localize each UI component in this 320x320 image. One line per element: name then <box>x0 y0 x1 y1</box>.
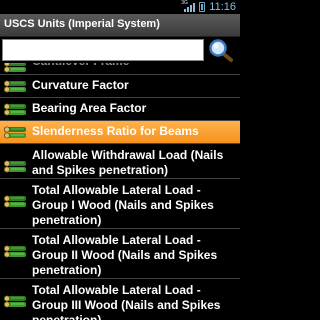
network-type: 3G <box>181 0 188 6</box>
search-input[interactable] <box>2 39 204 61</box>
list-item-label: Total Allowable Lateral Load - Group III… <box>32 283 221 320</box>
wood-logs-icon <box>4 193 26 209</box>
app-title: USCS Units (Imperial System) <box>4 18 160 30</box>
wood-logs-icon <box>4 243 26 259</box>
wood-logs-icon <box>4 293 26 309</box>
search-button[interactable] <box>207 38 237 62</box>
list-item[interactable]: Total Allowable Lateral Load - Group I W… <box>0 179 240 228</box>
wood-logs-icon <box>4 78 26 94</box>
title-bar: USCS Units (Imperial System) <box>0 14 240 37</box>
search-icon <box>209 39 233 62</box>
status-icons: 3G 11:16 <box>181 0 236 13</box>
battery-icon <box>199 2 206 12</box>
list-item[interactable]: Bearing Area Factor <box>0 98 240 120</box>
list-item-label: Allowable Withdrawal Load (Nails and Spi… <box>32 148 224 177</box>
list-item-label: Cantilever Frame <box>32 63 129 69</box>
wood-logs-icon <box>4 158 26 174</box>
wood-logs-icon <box>4 101 26 117</box>
signal-icon: 3G <box>181 0 196 12</box>
list-item-label: Slenderness Ratio for Beams <box>32 124 199 138</box>
list-item[interactable]: Curvature Factor <box>0 75 240 97</box>
list-item-selected[interactable]: Slenderness Ratio for Beams <box>0 121 240 143</box>
wood-logs-icon <box>4 124 26 140</box>
wood-logs-icon <box>4 63 26 74</box>
list-item[interactable]: Total Allowable Lateral Load - Group III… <box>0 279 240 320</box>
list-item-label: Bearing Area Factor <box>32 101 147 115</box>
list-item-label: Total Allowable Lateral Load - Group II … <box>32 233 218 277</box>
clock: 11:16 <box>209 1 236 13</box>
formula-list: Cantilever Frame Curvature Factor Bearin… <box>0 63 240 320</box>
list-item[interactable]: Total Allowable Lateral Load - Group II … <box>0 229 240 278</box>
list-item[interactable]: Cantilever Frame <box>0 63 240 74</box>
list-item-label: Total Allowable Lateral Load - Group I W… <box>32 183 214 227</box>
status-bar: 3G 11:16 <box>0 0 240 14</box>
list-item[interactable]: Allowable Withdrawal Load (Nails and Spi… <box>0 144 240 178</box>
list-item-label: Curvature Factor <box>32 78 129 92</box>
search-bar <box>0 37 240 63</box>
